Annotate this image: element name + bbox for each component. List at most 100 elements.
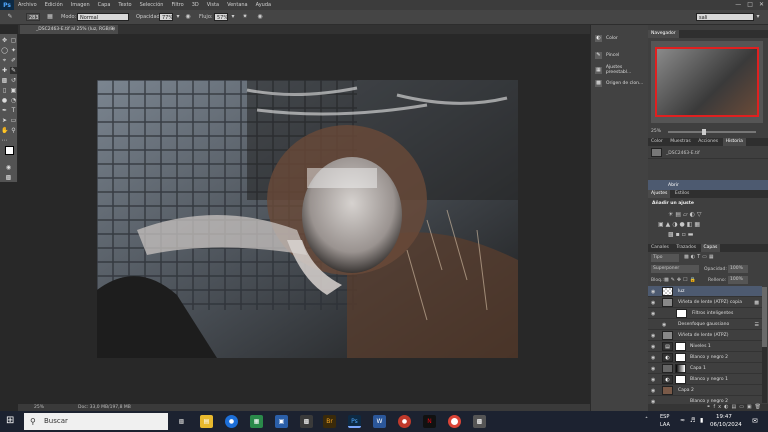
brush-tool-icon[interactable]: ✎: [10, 67, 17, 74]
close-icon[interactable]: ✕: [759, 1, 764, 8]
adjustment-icons-row-2[interactable]: ▣▲◑●◧▦: [658, 221, 702, 228]
history-snapshot[interactable]: _DSC2463-E.tif: [648, 147, 768, 159]
color-panel-button[interactable]: ◐ Color: [595, 35, 618, 42]
menu-seleccion[interactable]: Selección: [136, 2, 168, 8]
navigator-preview[interactable]: [651, 41, 763, 123]
pressure-opacity-icon[interactable]: ◉: [184, 13, 192, 21]
clock-date[interactable]: 06/10/2024: [710, 422, 742, 428]
tab-swatches[interactable]: Muestras: [667, 139, 694, 144]
bridge-icon[interactable]: Br: [323, 415, 336, 428]
zoom-tool-icon[interactable]: ⚲: [10, 127, 17, 134]
mode-select[interactable]: Normal: [77, 13, 129, 21]
quick-select-tool-icon[interactable]: ✦: [10, 47, 17, 54]
menu-3d[interactable]: 3D: [188, 2, 203, 8]
app-icon[interactable]: ▩: [473, 415, 486, 428]
photoshop-taskbar-icon[interactable]: Ps: [348, 415, 361, 428]
tab-history[interactable]: Historia: [722, 138, 746, 146]
app-icon[interactable]: ●: [225, 415, 238, 428]
app-icon[interactable]: ▦: [250, 415, 263, 428]
chevron-down-icon[interactable]: ▾: [229, 13, 237, 21]
eraser-tool-icon[interactable]: ▯: [1, 87, 8, 94]
chrome-icon[interactable]: [448, 415, 461, 428]
tab-paths[interactable]: Trazados: [673, 245, 699, 250]
tab-actions[interactable]: Acciones: [695, 139, 721, 144]
menu-ayuda[interactable]: Ayuda: [252, 2, 275, 8]
document-tab[interactable]: _DSC2463-E.tif al 25% (luz, RGB/8) ×: [20, 25, 118, 34]
zoom-level[interactable]: 25%: [34, 405, 44, 410]
path-select-tool-icon[interactable]: ➤: [1, 117, 8, 124]
eye-icon[interactable]: ◉: [651, 366, 655, 372]
dodge-tool-icon[interactable]: ◔: [10, 97, 17, 104]
filter-options-icon[interactable]: ☰: [755, 322, 759, 328]
app-icon[interactable]: ▩: [300, 415, 313, 428]
layer-row[interactable]: ◉ ◐ Blanco y negro 2: [648, 352, 762, 363]
layer-row[interactable]: ◉ Desenfoque gaussiano ☰: [648, 319, 762, 330]
eye-icon[interactable]: ◉: [651, 377, 655, 383]
task-view-icon[interactable]: ▩: [175, 415, 188, 428]
input-language-2[interactable]: LAA: [660, 422, 670, 428]
eye-icon[interactable]: ◉: [662, 322, 666, 328]
layer-row[interactable]: ◉ Viñeta de lente (ATPZ): [648, 330, 762, 341]
input-language[interactable]: ESP: [660, 414, 669, 420]
flow-input[interactable]: 57%: [214, 13, 228, 21]
healing-tool-icon[interactable]: ✚: [1, 67, 8, 74]
document-image[interactable]: [97, 80, 518, 358]
history-brush-tool-icon[interactable]: ↺: [10, 77, 17, 84]
menu-vista[interactable]: Vista: [203, 2, 223, 8]
history-step[interactable]: Abrir: [648, 180, 768, 190]
taskbar-search[interactable]: ⚲ Buscar: [24, 413, 168, 430]
tab-navigator[interactable]: Navegador: [648, 30, 679, 38]
brush-size-picker[interactable]: 283: [26, 13, 40, 21]
brush-tool-icon[interactable]: ✎: [6, 13, 14, 21]
navigator-view-box[interactable]: [655, 47, 759, 117]
app-icon[interactable]: ▣: [275, 415, 288, 428]
chevron-down-icon[interactable]: ▾: [754, 13, 762, 21]
quick-mask-icon[interactable]: ◉: [5, 164, 12, 171]
pen-tool-icon[interactable]: ✒: [1, 107, 8, 114]
tab-adjustments[interactable]: Ajustes: [648, 190, 671, 198]
menu-ventana[interactable]: Ventana: [223, 2, 252, 8]
close-icon[interactable]: ×: [111, 25, 115, 34]
layer-row[interactable]: ◉ luz: [648, 286, 762, 297]
foreground-color-swatch[interactable]: [5, 146, 14, 155]
type-tool-icon[interactable]: T: [10, 107, 17, 114]
menu-archivo[interactable]: Archivo: [14, 2, 41, 8]
eye-icon[interactable]: ◉: [651, 289, 655, 295]
word-icon[interactable]: W: [373, 415, 386, 428]
menu-imagen[interactable]: Imagen: [67, 2, 94, 8]
tab-layers[interactable]: Capas: [700, 244, 721, 252]
file-explorer-icon[interactable]: ▤: [200, 415, 213, 428]
workspace-select[interactable]: sali: [696, 13, 754, 21]
eye-icon[interactable]: ◉: [651, 388, 655, 394]
volume-icon[interactable]: ♬: [690, 417, 695, 424]
clone-source-panel-button[interactable]: ▩ Origen de clon...: [595, 80, 643, 87]
layer-row[interactable]: ◉ Capa 1: [648, 363, 762, 374]
layer-filter-select[interactable]: Tipo: [651, 254, 679, 262]
pressure-size-icon[interactable]: ◉: [256, 13, 264, 21]
layer-opacity-input[interactable]: 100%: [728, 265, 748, 273]
layer-row[interactable]: ◉ Capa 2: [648, 385, 762, 396]
menu-texto[interactable]: Texto: [114, 2, 135, 8]
eye-icon[interactable]: ◉: [651, 355, 655, 361]
eyedropper-tool-icon[interactable]: ✐: [10, 57, 17, 64]
adjustment-icons-row-3[interactable]: ▩▪▫▬: [668, 231, 695, 238]
menu-capa[interactable]: Capa: [94, 2, 115, 8]
menu-edicion[interactable]: Edición: [41, 2, 67, 8]
screen-mode-icon[interactable]: ▩: [5, 174, 12, 181]
lasso-tool-icon[interactable]: ◯: [1, 47, 8, 54]
eye-icon[interactable]: ◉: [651, 311, 655, 317]
gradient-tool-icon[interactable]: ▣: [10, 87, 17, 94]
layer-row[interactable]: ◉ ◐ Blanco y negro 1: [648, 374, 762, 385]
blur-tool-icon[interactable]: ●: [1, 97, 8, 104]
lock-icons[interactable]: ▩✎✥☐🔒: [664, 277, 698, 283]
minimize-icon[interactable]: —: [735, 1, 741, 8]
shape-tool-icon[interactable]: ▭: [10, 117, 17, 124]
restore-icon[interactable]: □: [747, 1, 753, 8]
edit-toolbar-icon[interactable]: ⋯: [1, 137, 8, 144]
system-tray-chevron-icon[interactable]: ˆ: [645, 417, 648, 424]
navigator-zoom-slider[interactable]: [668, 129, 756, 135]
document-info[interactable]: Doc: 33,0 MB/197,8 MB: [78, 405, 131, 410]
layer-row[interactable]: ◉ Viñeta de lente (ATPZ) copia ▩: [648, 297, 762, 308]
eye-icon[interactable]: ◉: [651, 300, 655, 306]
chevron-down-icon[interactable]: ▾: [174, 13, 182, 21]
